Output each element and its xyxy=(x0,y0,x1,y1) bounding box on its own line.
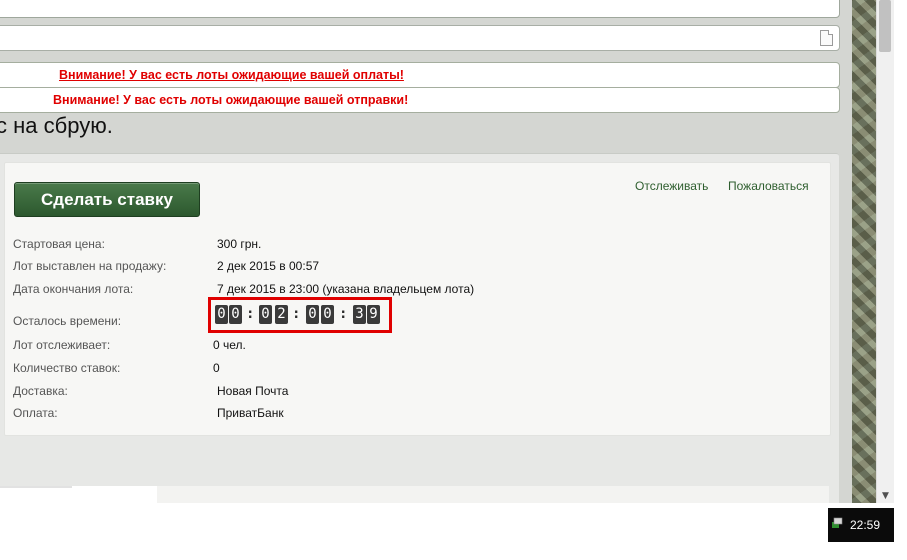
countdown-separator: : xyxy=(246,306,255,322)
comment-input-box[interactable] xyxy=(0,25,840,51)
countdown-digit: 0 xyxy=(321,305,334,324)
scrollbar-thumb[interactable] xyxy=(879,0,891,52)
delivery-value: Новая Почта xyxy=(217,384,289,398)
countdown-digit: 0 xyxy=(259,305,272,324)
delivery-label: Доставка: xyxy=(13,384,68,398)
taskbar-clock-area[interactable]: 22:59 xyxy=(828,508,894,542)
end-date-value: 7 дек 2015 в 23:00 (указана владельцем л… xyxy=(217,282,475,296)
start-price-value: 300 грн. xyxy=(217,237,262,251)
background-decoration xyxy=(852,0,876,503)
alert-payment-bar: Внимание! У вас есть лоты ожидающие ваше… xyxy=(0,62,840,88)
browser-viewport: Внимание! У вас есть лоты ожидающие ваше… xyxy=(0,0,876,503)
countdown-digit: 3 xyxy=(353,305,366,324)
countdown-digit: 2 xyxy=(275,305,288,324)
bottom-tab-edge xyxy=(0,486,72,488)
alert-payment-link[interactable]: Внимание! У вас есть лоты ожидающие ваше… xyxy=(59,63,404,87)
countdown-digit: 0 xyxy=(215,305,228,324)
network-tray-icon[interactable] xyxy=(831,517,843,529)
scroll-down-arrow-icon[interactable]: ▼ xyxy=(877,489,894,503)
alert-shipping-bar: Внимание! У вас есть лоты ожидающие ваше… xyxy=(0,87,840,113)
end-date-label: Дата окончания лота: xyxy=(13,282,134,296)
watch-link[interactable]: Отслеживать xyxy=(635,179,708,193)
vertical-scrollbar[interactable]: ▼ xyxy=(876,0,894,503)
top-input-box[interactable] xyxy=(0,0,840,18)
countdown-separator: : xyxy=(292,306,301,322)
time-left-label: Осталось времени: xyxy=(13,314,122,328)
bids-count-value: 0 xyxy=(213,361,220,375)
countdown-separator: : xyxy=(339,306,348,322)
document-icon[interactable] xyxy=(820,30,833,46)
countdown-digit: 0 xyxy=(229,305,242,324)
payment-method-value: ПриватБанк xyxy=(217,406,284,420)
countdown-digit: 9 xyxy=(367,305,380,324)
payment-method-label: Оплата: xyxy=(13,406,58,420)
report-link[interactable]: Пожаловаться xyxy=(728,179,809,193)
place-bid-button[interactable]: Сделать ставку xyxy=(14,182,200,217)
bottom-tab-area xyxy=(0,486,157,503)
next-section xyxy=(157,486,829,503)
clock-time: 22:59 xyxy=(850,518,881,532)
listed-date-label: Лот выставлен на продажу: xyxy=(13,259,167,273)
countdown-digit: 0 xyxy=(306,305,319,324)
listed-date-value: 2 дек 2015 в 00:57 xyxy=(217,259,320,273)
lot-title: с на сбрую. xyxy=(0,113,113,138)
start-price-label: Стартовая цена: xyxy=(13,237,105,251)
watchers-value: 0 чел. xyxy=(213,338,246,352)
bids-count-label: Количество ставок: xyxy=(13,361,121,375)
watchers-label: Лот отслеживает: xyxy=(13,338,111,352)
alert-shipping-text: Внимание! У вас есть лоты ожидающие ваше… xyxy=(53,93,409,107)
